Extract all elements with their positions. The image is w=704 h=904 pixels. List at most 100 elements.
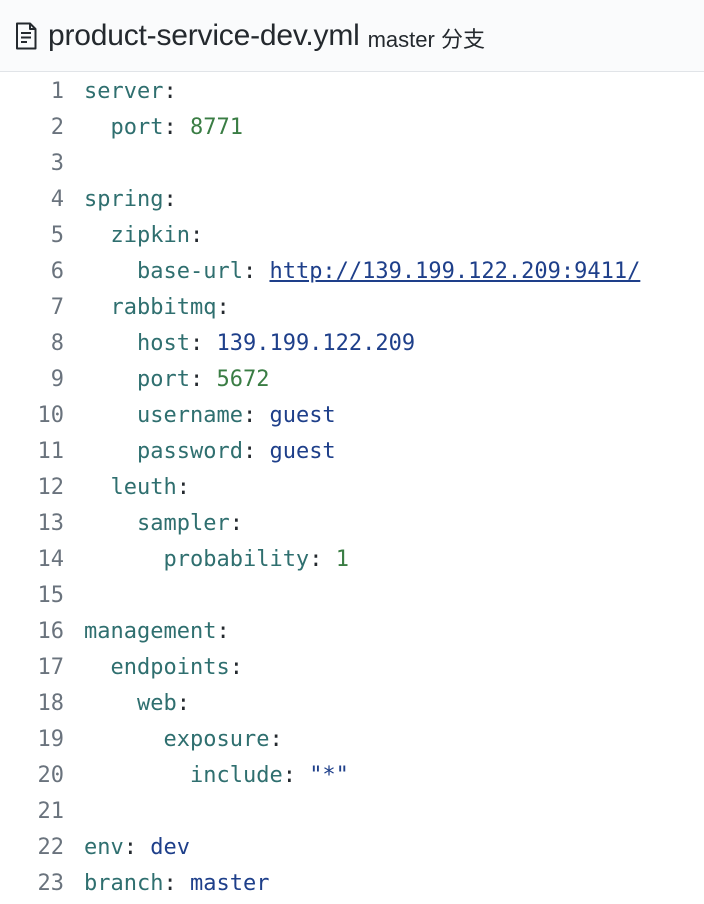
yaml-key: username [136,403,243,428]
line-number: 22 [37,835,65,860]
yaml-key: host [136,331,190,356]
code-line: 18 web: [0,686,704,722]
line-number: 18 [37,691,65,716]
yaml-key: base-url [136,259,243,284]
code-line: 17 endpoints: [0,650,704,686]
line-content: branch: master [84,871,270,896]
line-content: web: [136,691,190,716]
code-line: 4 spring: [0,182,704,218]
file-header: product-service-dev.yml master 分支 [0,0,704,72]
code-line: 14 probability: 1 [0,542,704,578]
line-number: 2 [50,115,64,140]
line-content: username: guest [136,403,336,428]
line-number: 3 [50,151,64,176]
line-number: 17 [37,655,65,680]
code-line: 22 env: dev [0,830,704,866]
file-icon [14,22,38,50]
yaml-value: guest [269,439,336,464]
line-number: 4 [50,187,64,212]
code-line: 9 port: 5672 [0,362,704,398]
code-line: 15 [0,578,704,614]
yaml-key: sampler [136,511,230,536]
line-content: sampler: [136,511,243,536]
line-content: spring: [84,187,177,212]
yaml-value: 8771 [189,115,243,140]
yaml-key: leuth [110,475,177,500]
line-content: base-url: http://139.199.122.209:9411/ [136,259,641,284]
line-number: 12 [37,475,65,500]
code-line: 1 server: [0,74,704,110]
code-line: 6 base-url: http://139.199.122.209:9411/ [0,254,704,290]
yaml-key: exposure [163,727,270,752]
yaml-key: management [84,619,217,644]
line-number: 13 [37,511,65,536]
line-content: host: 139.199.122.209 [136,331,416,356]
line-content: port: 8771 [110,115,243,140]
branch-label: master 分支 [367,26,485,52]
yaml-value: guest [269,403,336,428]
code-line: 12 leuth: [0,470,704,506]
line-content: zipkin: [110,223,204,248]
line-number: 10 [37,403,65,428]
yaml-value: "*" [309,763,349,788]
line-content: rabbitmq: [110,295,230,320]
yaml-key: include [189,763,283,788]
code-line: 3 [0,146,704,182]
line-number: 1 [50,79,64,104]
line-number: 20 [37,763,65,788]
yaml-url-link[interactable]: http://139.199.122.209:9411/ [269,259,640,284]
yaml-value: dev [150,835,190,860]
yaml-value: 139.199.122.209 [216,331,416,356]
yaml-key: port [136,367,190,392]
code-line: 10 username: guest [0,398,704,434]
code-line: 21 [0,794,704,830]
line-content: management: [84,619,230,644]
line-content: server: [84,79,177,104]
line-number: 19 [37,727,65,752]
line-content: leuth: [110,475,190,500]
line-content: port: 5672 [136,367,270,392]
code-line: 11 password: guest [0,434,704,470]
yaml-value: master [189,871,270,896]
code-line: 19 exposure: [0,722,704,758]
code-line: 5 zipkin: [0,218,704,254]
line-number: 11 [37,439,65,464]
line-number: 16 [37,619,65,644]
yaml-key: spring [84,187,164,212]
code-view: 1 server: 2 port: 8771 3 4 spring: 5 zipkin: 6 … [0,72,704,902]
yaml-key: endpoints [110,655,230,680]
code-line: 16 management: [0,614,704,650]
yaml-key: port [110,115,164,140]
line-number: 21 [37,799,65,824]
yaml-key: password [136,439,243,464]
code-line: 2 port: 8771 [0,110,704,146]
yaml-key: env [84,835,124,860]
yaml-key: server [84,79,164,104]
code-line: 13 sampler: [0,506,704,542]
code-line: 23 branch: master [0,866,704,902]
line-number: 23 [37,871,65,896]
line-number: 9 [50,367,64,392]
yaml-key: probability [163,547,310,572]
code-line: 8 host: 139.199.122.209 [0,326,704,362]
line-number: 7 [50,295,64,320]
line-content: exposure: [163,727,283,752]
yaml-key: rabbitmq [110,295,217,320]
line-content: probability: 1 [163,547,349,572]
line-content: password: guest [136,439,336,464]
line-content: env: dev [84,835,190,860]
line-number: 15 [37,583,65,608]
line-number: 6 [50,259,64,284]
yaml-key: branch [84,871,164,896]
yaml-value: 5672 [216,367,270,392]
line-content: include: "*" [189,763,349,788]
file-name: product-service-dev.yml [48,18,360,52]
code-line: 20 include: "*" [0,758,704,794]
yaml-key: web [136,691,177,716]
yaml-value: 1 [335,547,349,572]
line-number: 5 [50,223,64,248]
code-line: 7 rabbitmq: [0,290,704,326]
line-content: endpoints: [110,655,243,680]
line-number: 14 [37,547,65,572]
line-number: 8 [50,331,64,356]
